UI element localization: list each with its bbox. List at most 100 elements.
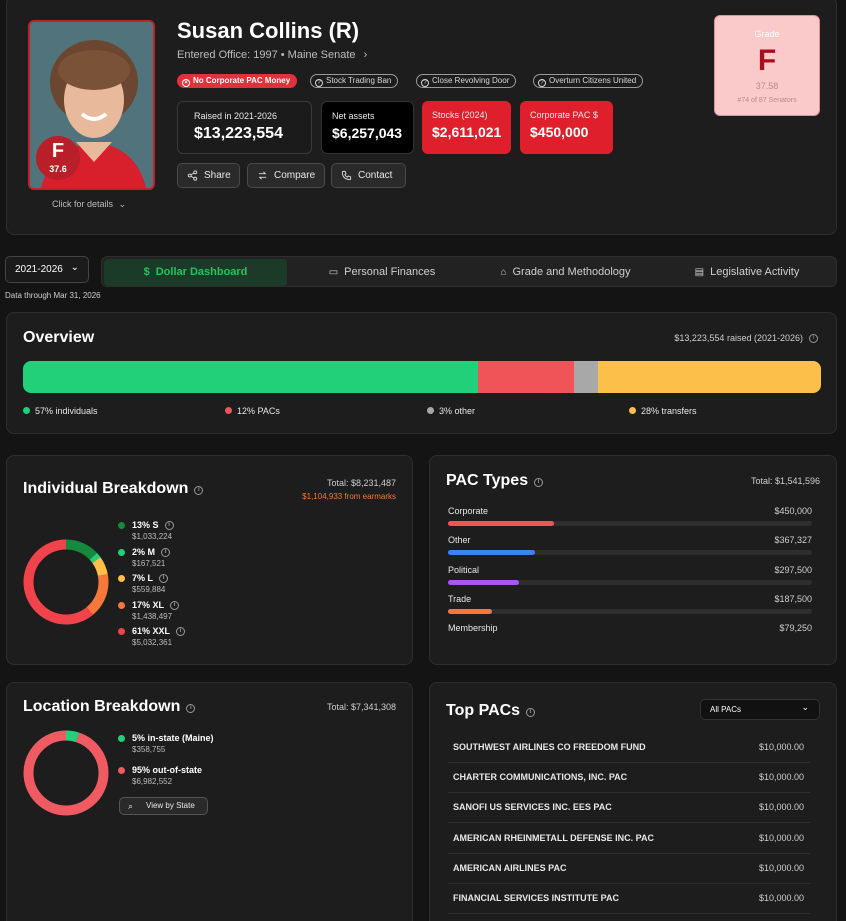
legend-dot [118,735,125,742]
view-by-state-label: View by State [146,801,195,810]
pac-filter-select[interactable]: All PACs ⌄ [700,699,820,720]
overview-legend: 57% individuals 12% PACs 3% other 28% trans… [23,406,821,418]
pill-overturn-citizens-united[interactable]: ? Overturn Citizens United [533,74,644,88]
view-by-state-button[interactable]: ⌕ View by State [119,797,208,815]
top-pac-row[interactable]: CHARTER COMMUNICATIONS, INC. PAC $10,000.… [448,763,810,794]
search-icon: ⌕ [128,801,134,811]
legend-text: 17% XL i $1,438,497 [132,600,180,621]
info-icon[interactable]: i [164,521,174,530]
office-subtitle[interactable]: Entered Office: 1997 • Maine Senate › [177,49,367,61]
info-icon[interactable]: i [194,486,204,495]
individual-title-text: Individual Breakdown [23,480,189,497]
period-value: 2021-2026 [15,264,63,275]
legend-dot [118,548,125,556]
pac-type-track [448,521,812,526]
legend-dot [225,407,232,414]
overview-bar-segment[interactable] [597,361,821,393]
pac-filter-value: All PACs [710,705,741,714]
x-icon: × [182,79,190,87]
location-breakdown-card: Location Breakdown i Total: $7,341,308 5%… [6,682,413,921]
pill-close-revolving-door[interactable]: ? Close Revolving Door [416,74,517,88]
legend-amount: $559,884 [132,585,166,594]
donut-legend-item: 7% Li $559,884 [118,573,169,594]
donut-slice[interactable] [23,730,109,816]
top-pac-name: CHARTER COMMUNICATIONS, INC. PAC [453,772,628,783]
click-details-link[interactable]: Click for details ⌄ [52,199,126,210]
info-icon[interactable]: i [161,547,171,557]
compare-button[interactable]: Compare [247,163,325,188]
dollar-icon: $ [143,266,150,278]
pac-type-label: Membership [448,623,498,634]
donut-legend-item: 61% XXL i $5,032,361 [118,626,186,647]
pac-type-amount: $187,500 [774,593,812,604]
info-icon[interactable]: i [809,334,818,343]
info-icon[interactable]: i [176,627,186,636]
top-pac-amount: $10,000.00 [758,802,804,813]
top-pac-row[interactable]: SOUTHWEST AIRLINES CO FREEDOM FUND $10,00… [448,733,810,763]
legend-dot [118,601,125,609]
top-pac-row[interactable]: AMERICAN AIRLINES PAC $10,000.00 [448,854,810,884]
donut-legend-item: 2% Mi $167,521 [118,547,171,568]
pac-type-track [448,579,812,585]
grade-badge-score: 37.6 [49,164,67,174]
info-icon[interactable]: i [526,708,536,717]
stat-label: Stocks (2024) [432,110,488,120]
overview-bar-segment[interactable] [477,361,574,393]
overview-card: Overview $13,223,554 raised (2021-2026) i… [6,312,837,434]
info-icon[interactable]: i [159,574,169,583]
pac-type-row[interactable]: Trade $187,500 [448,593,812,614]
tab-grade-methodology[interactable]: ⌂ Grade and Methodology [474,259,657,286]
pac-type-row[interactable]: Corporate $450,000 [448,506,812,526]
pac-types-card: PAC Types i Total: $1,541,596 Corporate $4… [429,455,837,665]
legend-label: 2% Mi [132,547,171,557]
click-details-label: Click for details [52,199,114,209]
legend-amount: $167,521 [132,558,166,568]
top-pac-name: FINANCIAL SERVICES INSTITUTE PAC [453,893,620,903]
legend-text: 61% XXL i $5,032,361 [132,626,186,647]
top-pac-row[interactable]: SANOFI US SERVICES INC. EES PAC $10,000.0… [448,793,810,824]
contact-button[interactable]: Contact [331,163,406,188]
overview-bar-segment[interactable] [23,361,478,393]
top-pac-amount: $10,000.00 [758,832,804,843]
top-pac-amount: $10,000.00 [758,862,804,873]
top-pac-row[interactable]: FINANCIAL SERVICES INSTITUTE PAC $10,000.… [448,884,810,914]
top-pacs-card: Top PACs i All PACs ⌄ SOUTHWEST AIRLINES … [429,682,837,921]
legend-text: 7% Li $559,884 [132,573,169,594]
pill-no-corporate-pac[interactable]: × No Corporate PAC Money [177,74,298,88]
pac-type-bar [448,521,554,526]
grade-box-rank: #74 of 87 Senators [737,97,797,104]
pac-type-row[interactable]: Other $367,327 [448,535,812,556]
legend-label: 61% XXL i [132,626,186,636]
overview-raised: $13,223,554 raised (2021-2026) i [674,333,818,343]
pill-stock-trading-ban[interactable]: ? Stock Trading Ban [310,74,399,88]
top-pac-amount: $10,000.00 [758,742,804,752]
pac-type-row[interactable]: Political $297,500 [448,565,812,585]
senator-photo[interactable]: F 37.6 [28,20,155,190]
stat-raised: Raised in 2021-2026 $13,223,554 [177,101,312,154]
tab-legislative-activity[interactable]: ▤ Legislative Activity [659,259,835,286]
overview-bar-segment[interactable] [573,361,598,393]
grade-box[interactable]: Grade F 37.58 #74 of 87 Senators [714,15,820,116]
chevron-down-icon: ⌄ [801,702,809,712]
period-select[interactable]: 2021-2026 ⌄ [5,256,89,283]
legend-label: 5% in-state (Maine) [132,733,214,743]
individual-total: Total: $8,231,487 [326,478,396,488]
legend-label: 13% Si [132,520,174,530]
share-button[interactable]: Share [177,163,240,188]
tab-dollar-dashboard[interactable]: $ Dollar Dashboard [104,259,287,286]
stat-label: Corporate PAC $ [530,110,598,120]
info-icon[interactable]: i [534,478,544,487]
grade-box-score: 37.58 [755,81,779,91]
overview-stacked-bar [23,361,821,393]
top-pac-row[interactable]: AMERICAN RHEINMETALL DEFENSE INC. PAC $10… [448,824,810,854]
stat-value: $450,000 [530,124,589,140]
compare-label: Compare [274,170,316,181]
info-icon[interactable]: i [170,600,180,610]
info-icon[interactable]: i [186,704,196,713]
stat-value: $13,223,554 [194,125,283,142]
tab-personal-finances[interactable]: ▭ Personal Finances [292,259,472,286]
phone-icon [341,170,352,181]
pac-type-row[interactable]: Membership $79,250 [448,623,812,633]
tab-label: Personal Finances [344,266,436,278]
legend-dot [629,407,636,414]
